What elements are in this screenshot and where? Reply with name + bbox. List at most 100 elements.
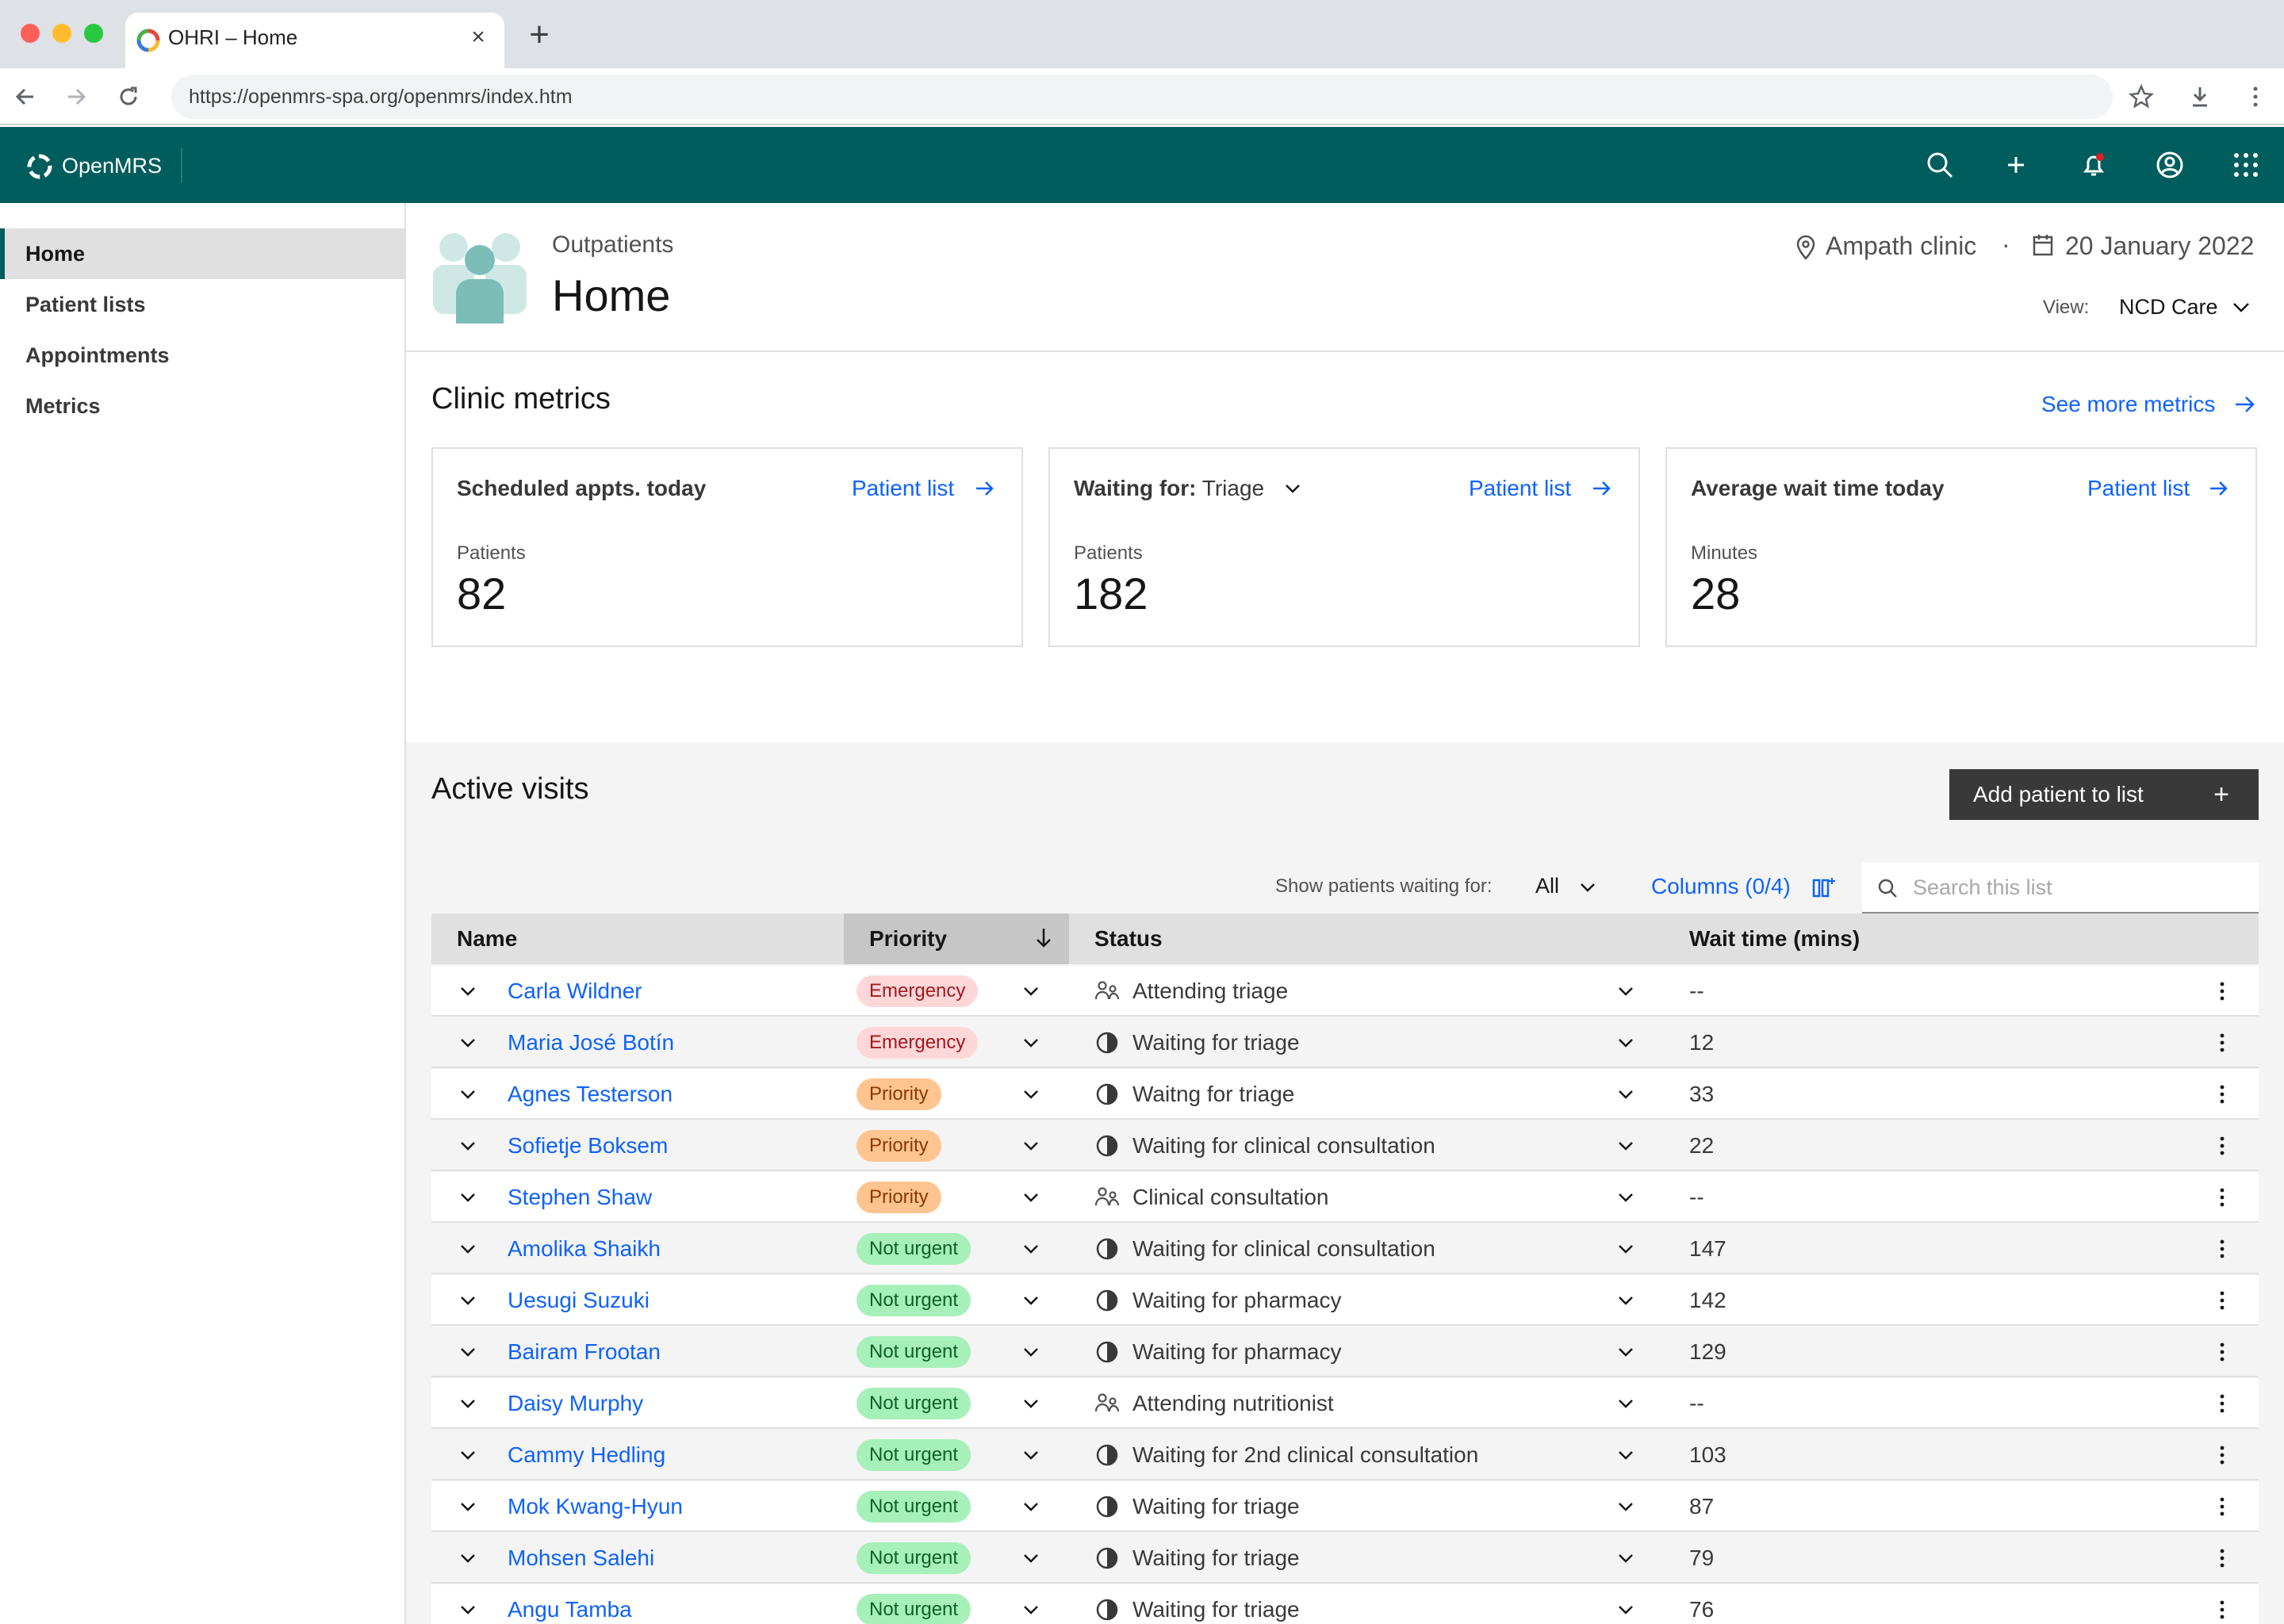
chevron-down-icon[interactable]: [1021, 1550, 1040, 1566]
chevron-down-icon[interactable]: [1021, 1035, 1040, 1051]
arrow-right-icon[interactable]: [2208, 477, 2230, 500]
notification-icon[interactable]: [2076, 147, 2111, 182]
chevron-down-icon[interactable]: [1021, 1241, 1040, 1257]
add-icon[interactable]: [1998, 147, 2033, 182]
expand-row-chevron-icon[interactable]: [458, 1035, 477, 1051]
patient-name-link[interactable]: Stephen Shaw: [508, 1172, 652, 1223]
overflow-menu-icon[interactable]: [2217, 1032, 2227, 1054]
overflow-menu-icon[interactable]: [2217, 1186, 2227, 1208]
chevron-down-icon[interactable]: [1021, 1396, 1040, 1411]
patient-list-link[interactable]: Patient list: [1469, 476, 1571, 501]
chevron-down-icon[interactable]: [1021, 1447, 1040, 1463]
overflow-menu-icon[interactable]: [2217, 1444, 2227, 1466]
expand-row-chevron-icon[interactable]: [458, 1344, 477, 1360]
chevron-down-icon[interactable]: [1616, 1189, 1635, 1205]
expand-row-chevron-icon[interactable]: [458, 1499, 477, 1515]
openmrs-logo-icon[interactable]: [24, 151, 56, 182]
new-tab-icon[interactable]: +: [525, 17, 554, 52]
expand-row-chevron-icon[interactable]: [458, 983, 477, 999]
overflow-menu-icon[interactable]: [2217, 1392, 2227, 1415]
patient-list-link[interactable]: Patient list: [852, 476, 954, 501]
chevron-down-icon[interactable]: [1616, 1293, 1635, 1308]
chevron-down-icon[interactable]: [1616, 1344, 1635, 1360]
chevron-down-icon[interactable]: [1616, 983, 1635, 999]
chevron-down-icon[interactable]: [1021, 1602, 1040, 1618]
patient-name-link[interactable]: Carla Wildner: [508, 966, 642, 1017]
back-icon[interactable]: [11, 82, 40, 111]
app-switcher-icon[interactable]: [2228, 147, 2263, 182]
expand-row-chevron-icon[interactable]: [458, 1189, 477, 1205]
arrow-right-icon[interactable]: [1591, 477, 1613, 500]
expand-row-chevron-icon[interactable]: [458, 1447, 477, 1463]
patient-name-link[interactable]: Uesugi Suzuki: [508, 1275, 650, 1326]
overflow-menu-icon[interactable]: [2217, 1547, 2227, 1569]
overflow-menu-icon[interactable]: [2217, 980, 2227, 1002]
overflow-menu-icon[interactable]: [2217, 1289, 2227, 1312]
expand-row-chevron-icon[interactable]: [458, 1086, 477, 1102]
chevron-down-icon[interactable]: [1021, 1086, 1040, 1102]
column-settings-icon[interactable]: [1811, 875, 1835, 899]
forward-icon[interactable]: [62, 82, 90, 111]
chevron-down-icon[interactable]: [1283, 481, 1302, 496]
chevron-down-icon[interactable]: [1021, 1293, 1040, 1308]
column-header-priority[interactable]: Priority: [869, 926, 947, 952]
add-icon[interactable]: +: [2209, 769, 2233, 820]
bookmark-star-icon[interactable]: [2127, 82, 2156, 111]
column-header-wait-time[interactable]: Wait time (mins): [1689, 926, 1860, 952]
patient-name-link[interactable]: Amolika Shaikh: [508, 1224, 661, 1274]
expand-row-chevron-icon[interactable]: [458, 1602, 477, 1618]
view-dropdown[interactable]: NCD Care: [2119, 295, 2218, 320]
download-icon[interactable]: [2186, 82, 2214, 111]
chevron-down-icon[interactable]: [1021, 983, 1040, 999]
expand-row-chevron-icon[interactable]: [458, 1550, 477, 1566]
waiting-for-dropdown[interactable]: Triage: [1202, 476, 1264, 500]
chevron-down-icon[interactable]: [1021, 1138, 1040, 1154]
sidebar-item-patient-lists[interactable]: Patient lists: [0, 279, 404, 330]
tab-close-icon[interactable]: ×: [466, 25, 490, 49]
overflow-menu-icon[interactable]: [2217, 1083, 2227, 1105]
chevron-down-icon[interactable]: [2230, 298, 2252, 316]
overflow-menu-icon[interactable]: [2217, 1135, 2227, 1157]
patient-name-link[interactable]: Mohsen Salehi: [508, 1533, 654, 1584]
patient-name-link[interactable]: Daisy Murphy: [508, 1378, 643, 1429]
sidebar-item-metrics[interactable]: Metrics: [0, 381, 404, 431]
window-maximize-button[interactable]: [84, 24, 103, 43]
patient-name-link[interactable]: Angu Tamba: [508, 1584, 632, 1624]
reload-icon[interactable]: [114, 82, 143, 111]
expand-row-chevron-icon[interactable]: [458, 1396, 477, 1411]
window-minimize-button[interactable]: [52, 24, 71, 43]
brand-name[interactable]: OpenMRS: [62, 154, 162, 178]
patient-name-link[interactable]: Bairam Frootan: [508, 1327, 661, 1377]
arrow-right-icon[interactable]: [2233, 393, 2257, 416]
patient-name-link[interactable]: Agnes Testerson: [508, 1069, 673, 1120]
overflow-menu-icon[interactable]: [2217, 1599, 2227, 1621]
overflow-menu-icon[interactable]: [2217, 1496, 2227, 1518]
sidebar-item-appointments[interactable]: Appointments: [0, 330, 404, 381]
chevron-down-icon[interactable]: [1616, 1499, 1635, 1515]
overflow-menu-icon[interactable]: [2217, 1238, 2227, 1260]
user-icon[interactable]: [2152, 147, 2187, 182]
chevron-down-icon[interactable]: [1021, 1189, 1040, 1205]
column-header-name[interactable]: Name: [457, 926, 517, 952]
expand-row-chevron-icon[interactable]: [458, 1138, 477, 1154]
search-icon[interactable]: [1922, 147, 1957, 182]
chevron-down-icon[interactable]: [1578, 880, 1597, 894]
waiting-filter-dropdown[interactable]: All: [1535, 874, 1559, 898]
chevron-down-icon[interactable]: [1616, 1447, 1635, 1463]
chevron-down-icon[interactable]: [1616, 1138, 1635, 1154]
patient-name-link[interactable]: Mok Kwang-Hyun: [508, 1481, 683, 1532]
column-header-status[interactable]: Status: [1094, 926, 1163, 952]
patient-name-link[interactable]: Maria José Botín: [508, 1017, 674, 1068]
window-close-button[interactable]: [21, 24, 40, 43]
chevron-down-icon[interactable]: [1021, 1499, 1040, 1515]
chevron-down-icon[interactable]: [1616, 1602, 1635, 1618]
columns-link[interactable]: Columns (0/4): [1651, 874, 1791, 899]
arrow-down-icon[interactable]: [1034, 926, 1053, 950]
overflow-menu-icon[interactable]: [2217, 1341, 2227, 1363]
browser-menu-icon[interactable]: [2241, 82, 2270, 111]
patient-list-link[interactable]: Patient list: [2087, 476, 2190, 501]
chevron-down-icon[interactable]: [1616, 1396, 1635, 1411]
arrow-right-icon[interactable]: [974, 477, 996, 500]
chevron-down-icon[interactable]: [1616, 1550, 1635, 1566]
see-more-metrics-link[interactable]: See more metrics: [2041, 392, 2215, 417]
